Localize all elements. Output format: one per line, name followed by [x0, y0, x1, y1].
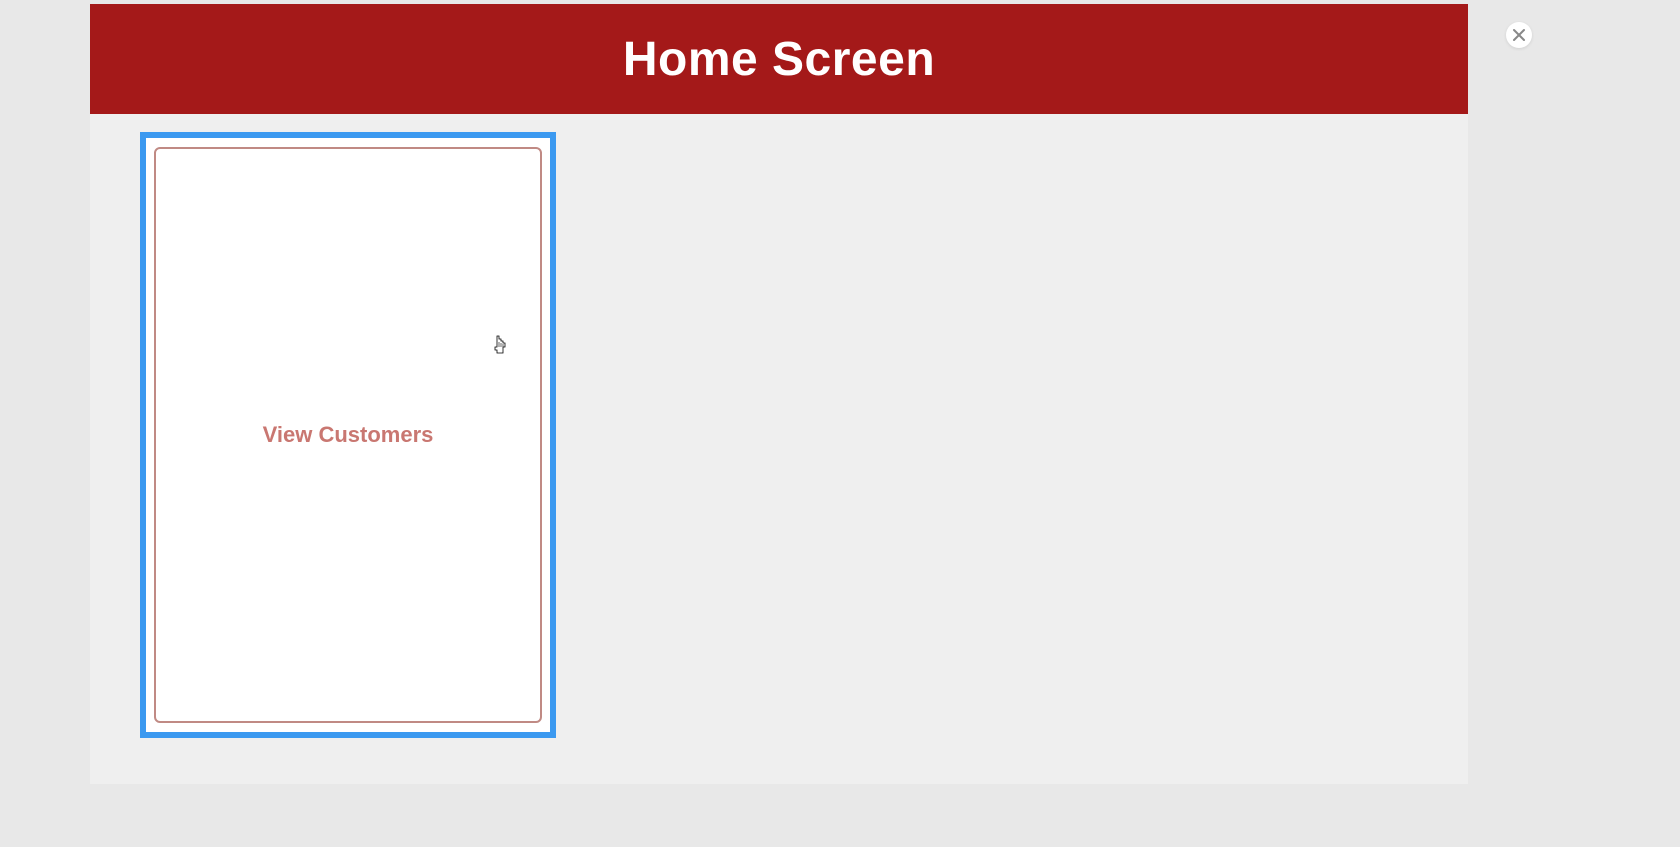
- content-area: View Customers: [90, 114, 1468, 756]
- view-customers-card[interactable]: View Customers: [140, 132, 556, 738]
- page-title: Home Screen: [623, 32, 935, 87]
- card-label: View Customers: [263, 422, 434, 448]
- header-bar: Home Screen: [90, 4, 1468, 114]
- card-inner-frame: View Customers: [154, 147, 542, 723]
- close-button[interactable]: [1506, 22, 1532, 48]
- modal-container: Home Screen View Customers: [90, 4, 1468, 784]
- close-icon: [1512, 28, 1526, 42]
